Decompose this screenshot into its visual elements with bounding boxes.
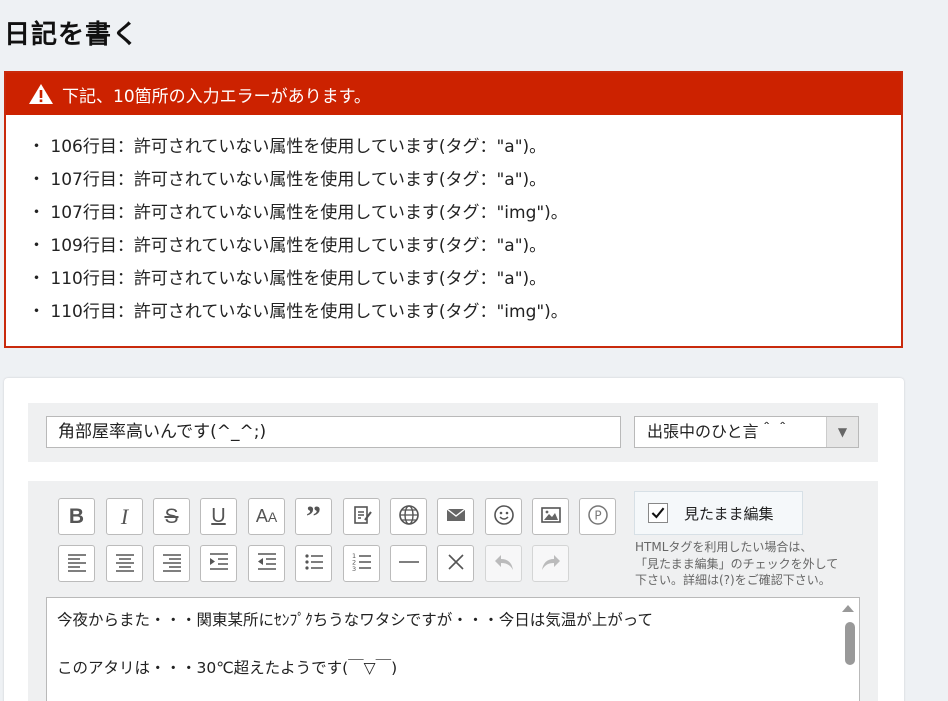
underline-button[interactable]: U — [200, 498, 237, 535]
font-size-button[interactable]: AA — [248, 498, 285, 535]
p-circle-icon: P — [586, 503, 610, 531]
error-header: 下記、10箇所の入力エラーがあります。 — [6, 73, 901, 115]
mail-button[interactable] — [437, 498, 474, 535]
help-text-line: 「見たまま編集」のチェックを外して — [635, 556, 839, 571]
title-row: 角部屋率高いんです(^_^;) 出張中のひと言＾＾ ▼ — [28, 403, 878, 462]
scroll-up-arrow-icon[interactable] — [842, 605, 854, 612]
indent-icon — [207, 550, 231, 578]
smiley-icon — [492, 503, 516, 531]
italic-icon: I — [120, 503, 129, 529]
body-textarea[interactable]: 今夜からまた・・・関東某所にｾﾝﾌﾟｸちうなワタシですが・・・今日は気温が上がっ… — [46, 597, 860, 701]
numbered-list-icon: 123 — [350, 550, 374, 578]
error-item: ・ 107行目：許可されていない属性を使用しています(タグ："img")。 — [28, 203, 568, 223]
dropdown-arrow-icon[interactable]: ▼ — [826, 417, 858, 447]
align-center-button[interactable] — [106, 545, 143, 582]
clear-format-icon — [444, 550, 468, 578]
image-icon — [539, 503, 563, 531]
image-button[interactable] — [532, 498, 569, 535]
error-list: ・ 106行目：許可されていない属性を使用しています(タグ："a")。 ・ 10… — [6, 115, 901, 329]
page-title: 日記を書く — [4, 20, 140, 50]
wysiwyg-checkbox[interactable] — [648, 503, 668, 523]
help-text-line: HTMLタグを利用したい場合は、 — [635, 540, 813, 554]
error-header-text: 下記、10箇所の入力エラーがあります。 — [62, 86, 371, 107]
scrollbar-thumb[interactable] — [845, 622, 855, 665]
error-box: 下記、10箇所の入力エラーがあります。 ・ 106行目：許可されていない属性を使… — [4, 71, 903, 348]
underline-icon: U — [211, 505, 226, 527]
indent-button[interactable] — [200, 545, 237, 582]
diary-form-panel: 角部屋率高いんです(^_^;) 出張中のひと言＾＾ ▼ B I S U AA ” — [4, 378, 904, 701]
body-line: 今夜からまた・・・関東某所にｾﾝﾌﾟｸちうなワタシですが・・・今日は気温が上がっ… — [57, 611, 653, 629]
wysiwyg-label: 見たまま編集 — [684, 504, 774, 523]
title-input[interactable]: 角部屋率高いんです(^_^;) — [46, 416, 621, 448]
numbered-list-button[interactable]: 123 — [343, 545, 380, 582]
editor-area: B I S U AA ” P 1 2 3 見たまま編集 HTMLタグを利用したい… — [28, 481, 878, 701]
horizontal-rule-icon — [397, 550, 421, 578]
redo-button[interactable] — [532, 545, 569, 582]
error-item: ・ 110行目：許可されていない属性を使用しています(タグ："img")。 — [28, 302, 568, 322]
help-text: HTMLタグを利用したい場合は、 「見たまま編集」のチェックを外して 下さい。詳… — [635, 539, 855, 589]
font-size-icon: AA — [255, 506, 278, 526]
align-left-icon — [65, 550, 89, 578]
mail-icon — [444, 503, 468, 531]
outdent-button[interactable] — [248, 545, 285, 582]
redo-icon — [539, 550, 563, 578]
wysiwyg-toggle[interactable]: 見たまま編集 — [634, 491, 803, 535]
horizontal-rule-button[interactable] — [390, 545, 427, 582]
outdent-icon — [255, 550, 279, 578]
quote-icon: ” — [306, 500, 321, 533]
bold-button[interactable]: B — [58, 498, 95, 535]
globe-icon — [397, 503, 421, 531]
strikethrough-button[interactable]: S — [153, 498, 190, 535]
edit-doc-button[interactable] — [343, 498, 380, 535]
help-text-line: 下さい。詳細は(?)をご確認下さい。 — [635, 573, 831, 587]
edit-doc-icon — [350, 503, 374, 531]
align-right-button[interactable] — [153, 545, 190, 582]
bullet-list-icon — [302, 550, 326, 578]
align-center-icon — [113, 550, 137, 578]
p-button[interactable]: P — [579, 498, 616, 535]
svg-text:3: 3 — [352, 565, 356, 573]
category-select-value: 出張中のひと言＾＾ — [647, 422, 791, 441]
svg-text:P: P — [594, 508, 601, 522]
bullet-list-button[interactable] — [295, 545, 332, 582]
link-button[interactable] — [390, 498, 427, 535]
error-item: ・ 110行目：許可されていない属性を使用しています(タグ："a")。 — [28, 269, 547, 289]
error-item: ・ 109行目：許可されていない属性を使用しています(タグ："a")。 — [28, 236, 547, 256]
undo-icon — [492, 550, 516, 578]
quote-button[interactable]: ” — [295, 498, 332, 535]
textarea-scrollbar[interactable] — [841, 598, 859, 701]
align-left-button[interactable] — [58, 545, 95, 582]
body-line: このアタリは・・・30℃超えたようです(￣▽￣) — [57, 659, 398, 677]
strikethrough-icon: S — [164, 504, 179, 528]
category-select[interactable]: 出張中のひと言＾＾ ▼ — [634, 416, 859, 448]
emoji-button[interactable] — [485, 498, 522, 535]
clear-format-button[interactable] — [437, 545, 474, 582]
error-item: ・ 106行目：許可されていない属性を使用しています(タグ："a")。 — [28, 137, 547, 157]
check-icon — [651, 507, 665, 519]
italic-button[interactable]: I — [106, 498, 143, 535]
error-item: ・ 107行目：許可されていない属性を使用しています(タグ："a")。 — [28, 170, 547, 190]
bold-icon: B — [68, 504, 85, 528]
undo-button[interactable] — [485, 545, 522, 582]
align-right-icon — [160, 550, 184, 578]
warning-icon — [28, 83, 54, 105]
